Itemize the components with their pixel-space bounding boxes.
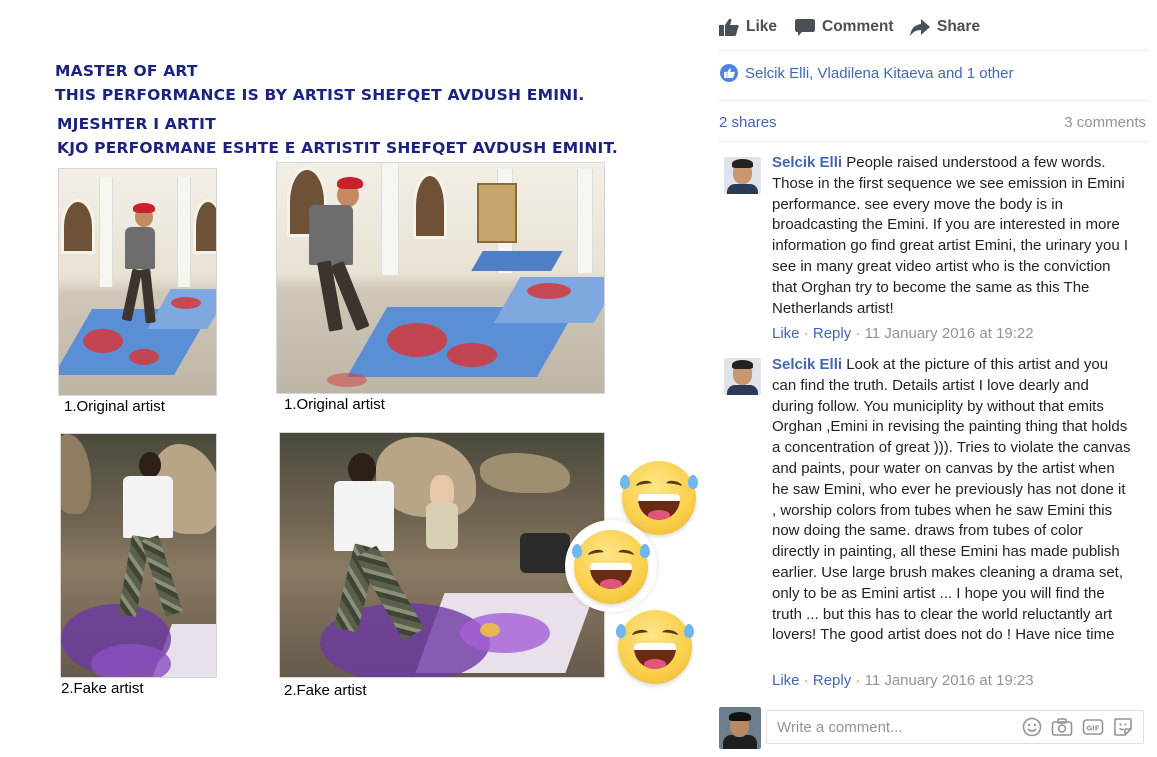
fake-artist-photo-1[interactable] (60, 433, 217, 678)
share-button[interactable]: Share (910, 18, 980, 36)
laughing-emoji-icon (616, 610, 694, 684)
comment-body: Selcik Elli Look at the picture of this … (772, 355, 1132, 646)
photo-2-caption: 1.Original artist (284, 396, 385, 413)
comment-meta: Like · Reply · 11 January 2016 at 19:23 (772, 672, 1034, 689)
comment-input[interactable]: Write a comment... GIF (766, 710, 1144, 744)
poster-title-en-1: MASTER OF ART (55, 62, 198, 80)
comment-timestamp[interactable]: 11 January 2016 at 19:23 (865, 672, 1034, 689)
comment-text: People raised understood a few words. Th… (772, 154, 1129, 317)
like-reaction-icon (720, 64, 738, 82)
comment-button[interactable]: Comment (795, 18, 893, 36)
comment-input-placeholder: Write a comment... (777, 719, 903, 736)
comment-bubble-icon (795, 18, 815, 36)
poster-title-sq-2: KJO PERFORMANE ESHTE E ARTISTIT SHEFQET … (57, 139, 619, 157)
photo-4-caption: 2.Fake artist (284, 682, 367, 699)
gif-icon[interactable]: GIF (1082, 717, 1104, 742)
comment-author-link[interactable]: Selcik Elli (772, 356, 842, 373)
laughing-emoji-icon (572, 530, 650, 604)
sticker-icon[interactable] (1113, 717, 1133, 742)
fake-artist-photo-2[interactable] (279, 432, 605, 678)
comment-like-link[interactable]: Like (772, 672, 800, 689)
actions-divider (719, 50, 1149, 51)
original-artist-photo-2[interactable] (276, 162, 605, 394)
original-artist-photo-1[interactable] (58, 168, 217, 396)
share-arrow-icon (910, 18, 930, 36)
like-label: Like (746, 18, 778, 35)
comment-label: Comment (822, 18, 894, 35)
laughing-emoji-icon (620, 461, 698, 535)
current-user-avatar (719, 707, 761, 749)
comment-author-link[interactable]: Selcik Elli (772, 154, 842, 171)
counts-divider (719, 141, 1149, 142)
comment-text: Look at the picture of this artist and y… (772, 356, 1131, 644)
comment-meta: Like · Reply · 11 January 2016 at 19:22 (772, 325, 1034, 342)
like-button[interactable]: Like (719, 18, 777, 36)
commenter-avatar[interactable] (724, 358, 761, 395)
photo-3-caption: 2.Fake artist (61, 680, 144, 697)
thumbs-up-icon (719, 18, 739, 36)
comment-reply-link[interactable]: Reply (813, 325, 851, 342)
comment-like-link[interactable]: Like (772, 325, 800, 342)
shares-count[interactable]: 2 shares (719, 114, 777, 131)
comment-reply-link[interactable]: Reply (813, 672, 851, 689)
reactions-divider (719, 100, 1149, 101)
comment-timestamp[interactable]: 11 January 2016 at 19:22 (865, 325, 1034, 342)
comment-body: Selcik Elli People raised understood a f… (772, 153, 1132, 319)
photo-1-caption: 1.Original artist (64, 398, 165, 415)
comments-count[interactable]: 3 comments (1064, 114, 1146, 131)
emoji-icon[interactable] (1022, 717, 1042, 742)
poster-title-en-2: THIS PERFORMANCE IS BY ARTIST SHEFQET AV… (55, 86, 585, 104)
reactions-names[interactable]: Selcik Elli, Vladilena Kitaeva and 1 oth… (745, 65, 1014, 82)
poster-title-sq-1: MJESHTER I ARTIT (57, 115, 216, 133)
svg-text:GIF: GIF (1086, 725, 1099, 733)
reactions-summary[interactable]: Selcik Elli, Vladilena Kitaeva and 1 oth… (720, 64, 1014, 82)
camera-icon[interactable] (1051, 717, 1073, 742)
share-label: Share (937, 18, 981, 35)
commenter-avatar[interactable] (724, 157, 761, 194)
